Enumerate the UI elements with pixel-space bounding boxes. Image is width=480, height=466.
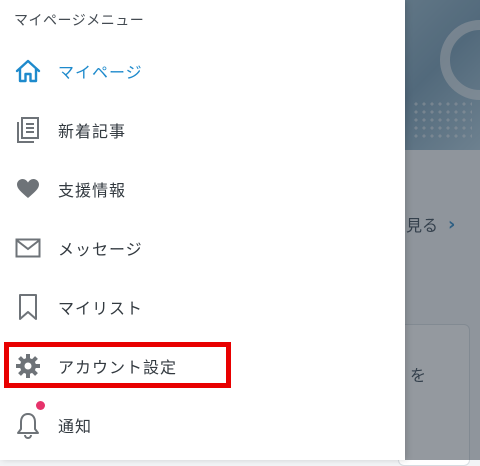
- gear-icon: [13, 351, 43, 381]
- bell-icon: [13, 410, 43, 440]
- mypage-menu-drawer: マイページメニュー マイページ 新着記事 支援情報 メッセージ マイリスト アカ…: [0, 0, 405, 460]
- notification-badge: [36, 401, 45, 410]
- menu-item-notifications[interactable]: 通知: [0, 395, 405, 454]
- home-icon: [13, 56, 43, 86]
- menu-item-label: アカウント設定: [58, 357, 178, 377]
- menu-item-label: 新着記事: [58, 121, 127, 141]
- menu-item-mylist[interactable]: マイリスト: [0, 277, 405, 336]
- menu-item-new-articles[interactable]: 新着記事: [0, 100, 405, 159]
- menu-item-support-info[interactable]: 支援情報: [0, 159, 405, 218]
- menu-item-label: 通知: [58, 416, 93, 436]
- articles-icon: [13, 115, 43, 145]
- menu-list: マイページ 新着記事 支援情報 メッセージ マイリスト アカウント設定 通知: [0, 41, 405, 454]
- menu-item-label: マイリスト: [58, 298, 144, 318]
- menu-item-label: マイページ: [58, 62, 143, 82]
- menu-item-label: 支援情報: [58, 180, 127, 200]
- menu-item-account-settings[interactable]: アカウント設定: [0, 336, 405, 395]
- menu-item-messages[interactable]: メッセージ: [0, 218, 405, 277]
- menu-item-mypage[interactable]: マイページ: [0, 41, 405, 100]
- mail-icon: [13, 233, 43, 263]
- menu-item-label: メッセージ: [58, 239, 143, 259]
- heart-icon: [13, 174, 43, 204]
- menu-title: マイページメニュー: [14, 13, 145, 29]
- bookmark-icon: [13, 292, 43, 322]
